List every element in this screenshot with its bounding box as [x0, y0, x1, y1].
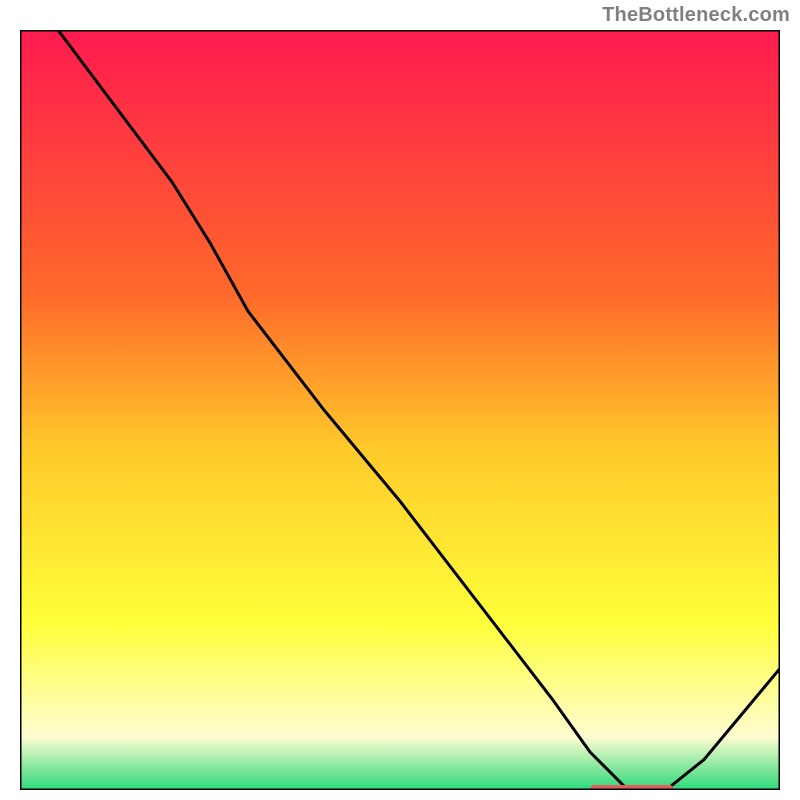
plot-area	[20, 30, 780, 790]
watermark-text: TheBottleneck.com	[602, 4, 790, 27]
chart-svg	[20, 30, 780, 790]
gradient-background	[20, 30, 780, 790]
chart-stage: TheBottleneck.com	[0, 0, 800, 800]
